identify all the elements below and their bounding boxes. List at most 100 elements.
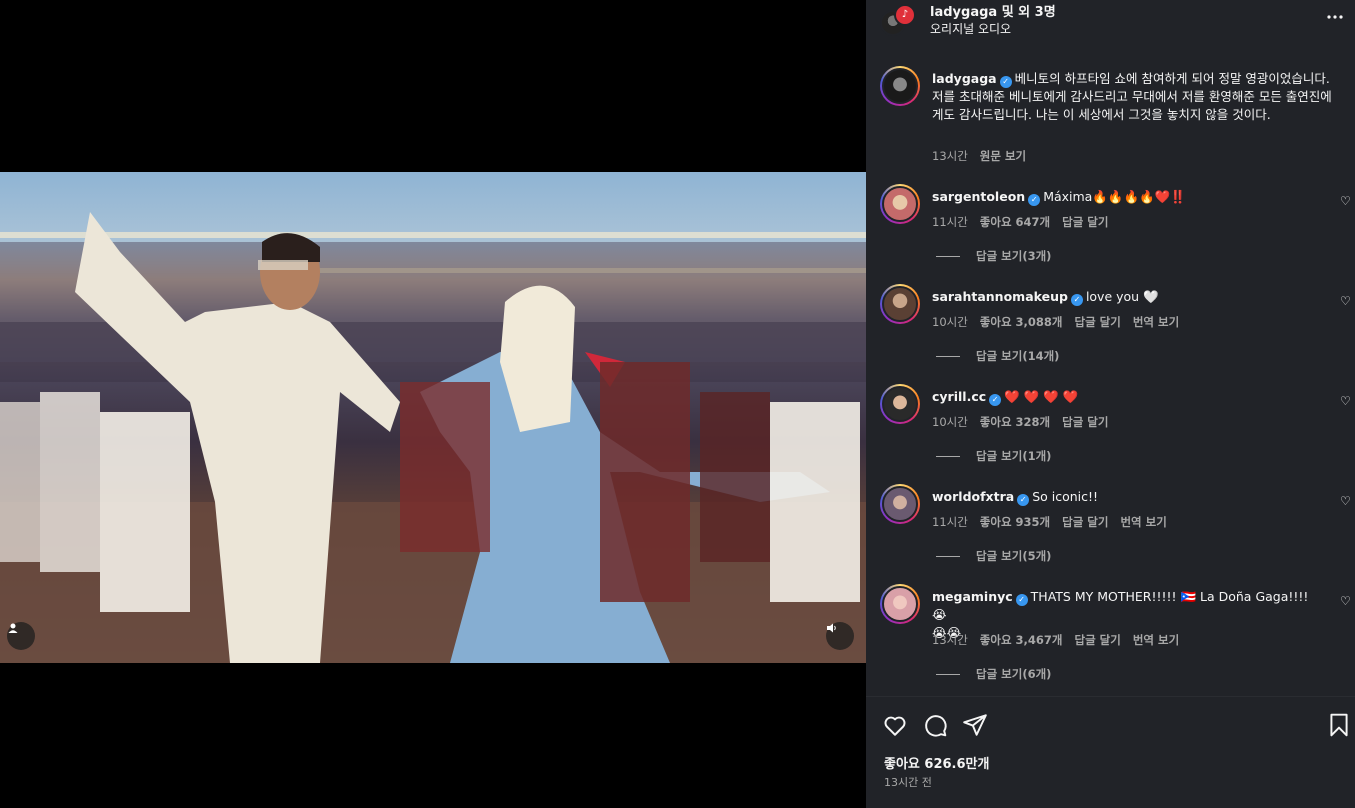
view-replies-button[interactable]: 답글 보기(14개) — [936, 348, 1059, 364]
view-replies-label: 답글 보기(1개) — [976, 449, 1052, 463]
comment: worldofxtra ✓ So iconic!! ♡ 11시간 좋아요 935개 답글… — [866, 484, 1355, 584]
view-replies-label: 답글 보기(3개) — [976, 249, 1052, 263]
verified-badge-icon: ✓ — [1070, 294, 1083, 306]
like-comment-icon[interactable]: ♡ — [1340, 294, 1351, 308]
comment-time[interactable]: 13시간 — [932, 633, 968, 647]
comment-text: cyrill.cc ✓ ❤️ ❤️ ❤️ ❤️ — [932, 388, 1322, 406]
comment-time[interactable]: 10시간 — [932, 315, 968, 329]
verified-badge-icon: ✓ — [1015, 594, 1028, 606]
share-icon[interactable] — [962, 712, 988, 738]
reply-button[interactable]: 답글 달기 — [1062, 415, 1108, 429]
comment-meta: 10시간 좋아요 328개 답글 달기 — [932, 414, 1120, 430]
like-comment-icon[interactable]: ♡ — [1340, 394, 1351, 408]
like-icon[interactable] — [882, 712, 908, 738]
video-frame — [0, 212, 866, 663]
media-area — [0, 0, 866, 808]
comment-meta: 11시간 좋아요 935개 답글 달기 번역 보기 — [932, 514, 1179, 530]
more-options-icon[interactable] — [1326, 8, 1344, 31]
view-replies-button[interactable]: 답글 보기(1개) — [936, 448, 1051, 464]
post-details-panel: ♪ ladygaga 및 외 3명 오리지널 오디오 ladygaga ✓ 베니토의… — [866, 0, 1355, 808]
caption-avatar[interactable] — [880, 66, 920, 106]
music-avatar-icon: ♪ — [894, 4, 916, 26]
post-authors[interactable]: ladygaga 및 외 3명 — [930, 1, 1056, 20]
comment-username[interactable]: worldofxtra — [932, 489, 1014, 504]
comment-username[interactable]: cyrill.cc — [932, 389, 986, 404]
view-replies-button[interactable]: 답글 보기(3개) — [936, 248, 1051, 264]
post-like-count[interactable]: 좋아요 626.6만개 — [884, 753, 989, 772]
comment-likes[interactable]: 좋아요 3,467개 — [980, 633, 1063, 647]
comment: sarahtannomakeup ✓ love you 🤍 ♡ 10시간 좋아요 3,… — [866, 284, 1355, 384]
view-replies-label: 답글 보기(6개) — [976, 667, 1052, 681]
reply-button[interactable]: 답글 달기 — [1075, 633, 1121, 647]
divider — [936, 674, 960, 675]
comment-avatar[interactable] — [880, 584, 920, 624]
caption-meta: 13시간 원문 보기 — [932, 148, 1038, 164]
comment-username[interactable]: megaminyc — [932, 589, 1013, 604]
comment-body: love you 🤍 — [1085, 289, 1159, 304]
view-replies-button[interactable]: 답글 보기(5개) — [936, 548, 1051, 564]
comment-meta: 13시간 좋아요 3,467개 답글 달기 번역 보기 — [932, 632, 1191, 648]
author-username[interactable]: ladygaga — [930, 5, 997, 20]
translate-button[interactable]: 번역 보기 — [1133, 315, 1179, 329]
divider — [936, 256, 960, 257]
like-comment-icon[interactable]: ♡ — [1340, 594, 1351, 608]
coauthors-label[interactable]: 및 외 3명 — [997, 5, 1056, 20]
post-timestamp[interactable]: 13시간 전 — [884, 774, 932, 790]
view-replies-label: 답글 보기(14개) — [976, 349, 1060, 363]
comment-likes[interactable]: 좋아요 647개 — [980, 215, 1050, 229]
comment-body: So iconic!! — [1032, 489, 1099, 504]
caption-text: ladygaga ✓ 베니토의 하프타임 쇼에 참여하게 되어 정말 영광이었습니다… — [932, 70, 1342, 124]
comment-emoji: ❤️‼️ — [1154, 189, 1186, 204]
comment-likes[interactable]: 좋아요 3,088개 — [980, 315, 1063, 329]
comment: cyrill.cc ✓ ❤️ ❤️ ❤️ ❤️ ♡ 10시간 좋아요 328개 답글 달… — [866, 384, 1355, 484]
verified-badge-icon: ✓ — [989, 394, 1002, 406]
post-header: ♪ ladygaga 및 외 3명 오리지널 오디오 — [866, 0, 1355, 54]
comment-likes[interactable]: 좋아요 328개 — [980, 415, 1050, 429]
coauthor-avatars[interactable]: ♪ — [880, 4, 916, 38]
comment-meta: 10시간 좋아요 3,088개 답글 달기 번역 보기 — [932, 314, 1191, 330]
view-replies-button[interactable]: 답글 보기(6개) — [936, 666, 1051, 682]
tagged-users-button[interactable] — [7, 622, 35, 650]
comment-text: sargentoleon ✓ Máxima🔥🔥🔥🔥❤️‼️ — [932, 188, 1322, 206]
sound-toggle-button[interactable] — [826, 622, 854, 650]
video-player[interactable] — [0, 172, 866, 663]
save-bookmark-icon[interactable] — [1326, 712, 1352, 738]
verified-badge-icon: ✓ — [1017, 494, 1030, 506]
like-comment-icon[interactable]: ♡ — [1340, 494, 1351, 508]
comment: megaminyc ✓ THATS MY MOTHER!!!!! 🇵🇷 La Doñ… — [866, 584, 1355, 696]
view-replies-label: 답글 보기(5개) — [976, 549, 1052, 563]
comment-username[interactable]: sarahtannomakeup — [932, 289, 1068, 304]
comment-meta: 11시간 좋아요 647개 답글 달기 — [932, 214, 1120, 230]
translate-button[interactable]: 번역 보기 — [1120, 515, 1166, 529]
post-actions: 좋아요 626.6만개 13시간 전 — [866, 696, 1355, 808]
comment-time[interactable]: 11시간 — [932, 515, 968, 529]
comment-emoji: ❤️ ❤️ ❤️ ❤️ — [1004, 389, 1079, 404]
comment-avatar[interactable] — [880, 184, 920, 224]
see-original-button[interactable]: 원문 보기 — [980, 149, 1026, 163]
comment-text: worldofxtra ✓ So iconic!! — [932, 488, 1322, 506]
comment-time[interactable]: 11시간 — [932, 215, 968, 229]
comment-icon[interactable] — [922, 712, 948, 738]
divider — [936, 356, 960, 357]
comment-text: sarahtannomakeup ✓ love you 🤍 — [932, 288, 1322, 306]
comment-avatar[interactable] — [880, 284, 920, 324]
comment-avatar[interactable] — [880, 384, 920, 424]
comment-likes[interactable]: 좋아요 935개 — [980, 515, 1050, 529]
like-comment-icon[interactable]: ♡ — [1340, 194, 1351, 208]
reply-button[interactable]: 답글 달기 — [1062, 515, 1108, 529]
audio-link[interactable]: 오리지널 오디오 — [930, 20, 1011, 37]
user-icon — [8, 623, 18, 633]
speaker-icon — [827, 623, 836, 633]
reply-button[interactable]: 답글 달기 — [1075, 315, 1121, 329]
comment-username[interactable]: sargentoleon — [932, 189, 1025, 204]
divider — [936, 456, 960, 457]
caption-username[interactable]: ladygaga — [932, 71, 997, 86]
comment: sargentoleon ✓ Máxima🔥🔥🔥🔥❤️‼️ ♡ 11시간 좋아요 64… — [866, 184, 1355, 284]
verified-badge-icon: ✓ — [999, 76, 1012, 88]
reply-button[interactable]: 답글 달기 — [1062, 215, 1108, 229]
translate-button[interactable]: 번역 보기 — [1133, 633, 1179, 647]
caption-time[interactable]: 13시간 — [932, 149, 968, 163]
comment-avatar[interactable] — [880, 484, 920, 524]
comment-time[interactable]: 10시간 — [932, 415, 968, 429]
verified-badge-icon: ✓ — [1028, 194, 1041, 206]
